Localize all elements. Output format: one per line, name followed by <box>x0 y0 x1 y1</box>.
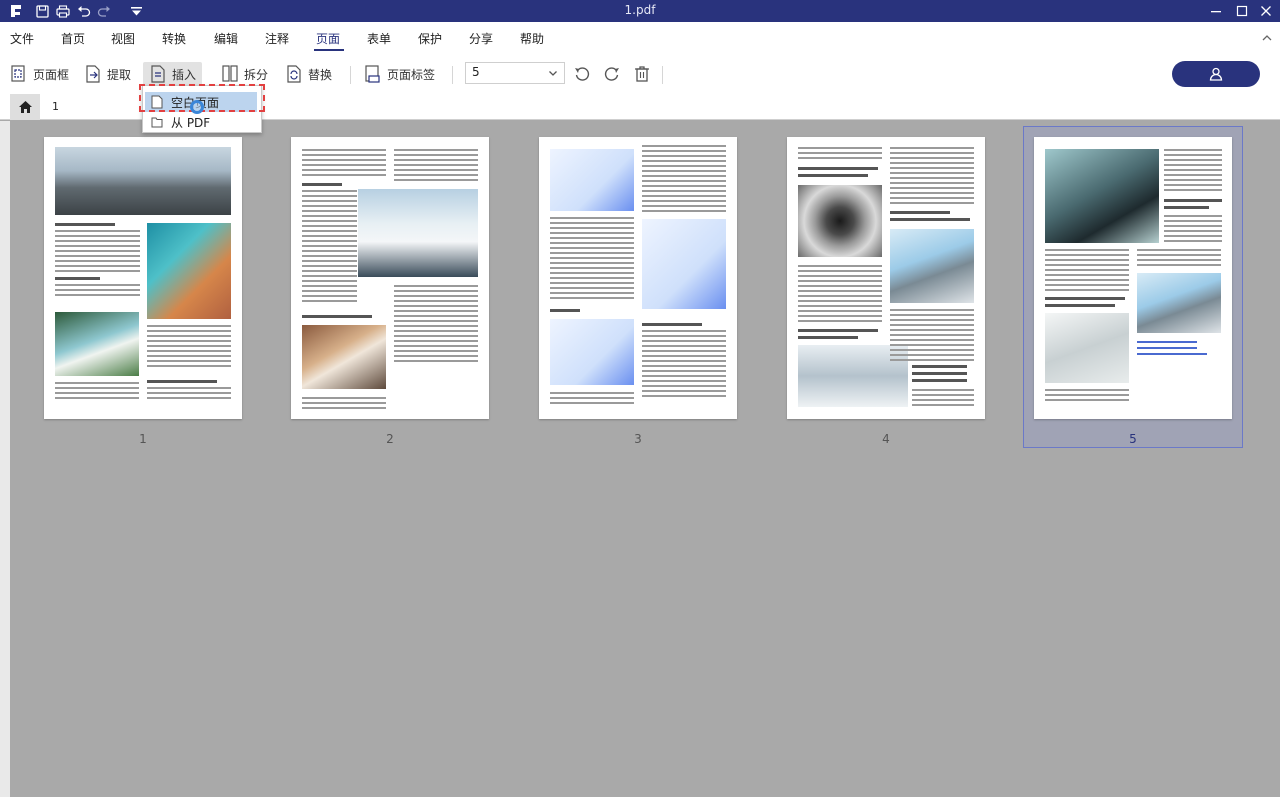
close-icon[interactable] <box>1258 3 1274 19</box>
menu-share[interactable]: 分享 <box>469 30 493 47</box>
menu-view[interactable]: 视图 <box>111 30 135 47</box>
menu-page[interactable]: 页面 <box>316 30 340 47</box>
menu-bar: 文件 首页 视图 转换 编辑 注释 页面 表单 保护 分享 帮助 <box>0 22 1280 52</box>
toolbar-separator <box>452 66 453 84</box>
thumbnail-photo <box>798 185 882 257</box>
chevron-down-icon <box>549 71 557 76</box>
page-number-select[interactable]: 5 <box>465 62 565 84</box>
menu-form[interactable]: 表单 <box>367 30 391 47</box>
page-number-label-selected: 5 <box>1129 432 1137 446</box>
page-thumbnail[interactable] <box>539 137 737 419</box>
thumbnail-photo <box>302 325 386 389</box>
menu-file[interactable]: 文件 <box>10 30 34 47</box>
rotate-left-button[interactable] <box>572 63 592 85</box>
user-account-button[interactable] <box>1172 61 1260 87</box>
page-box-label: 页面框 <box>33 67 70 82</box>
thumbnail-photo <box>1137 273 1221 333</box>
split-icon <box>222 65 238 82</box>
rotate-right-button[interactable] <box>602 63 622 85</box>
thumbnail-photo <box>550 149 634 211</box>
split-label: 拆分 <box>244 67 269 82</box>
insert-from-pdf-item[interactable]: 从 PDF <box>145 112 257 132</box>
document-tab-page[interactable]: 1 <box>52 100 59 113</box>
extract-label: 提取 <box>107 67 132 82</box>
page-number-label: 2 <box>386 432 394 446</box>
thumbnail-photo <box>147 223 231 319</box>
menu-help[interactable]: 帮助 <box>520 30 544 47</box>
page-number-value: 5 <box>472 65 480 79</box>
trash-icon <box>635 66 649 82</box>
thumbnail-photo <box>55 147 231 215</box>
page-number-label: 1 <box>139 432 147 446</box>
menu-edit[interactable]: 编辑 <box>214 30 238 47</box>
rotate-left-icon <box>575 67 590 81</box>
active-menu-indicator <box>314 49 344 51</box>
delete-page-button[interactable] <box>632 63 652 85</box>
menu-protect[interactable]: 保护 <box>418 30 442 47</box>
insert-icon <box>151 65 165 83</box>
blank-page-icon <box>151 95 163 109</box>
replace-icon <box>287 65 301 83</box>
toolbar-separator <box>662 66 663 84</box>
folder-icon <box>151 117 163 128</box>
page-thumbnail-selected[interactable] <box>1034 137 1232 419</box>
page-label-text: 页面标签 <box>387 67 436 82</box>
mouse-cursor-indicator <box>190 100 204 114</box>
window-title: 1.pdf <box>624 3 656 17</box>
minimize-icon[interactable] <box>1208 3 1224 19</box>
extract-icon <box>86 65 100 83</box>
thumbnail-photo <box>550 319 634 385</box>
left-panel-edge <box>0 121 10 797</box>
title-bar: 1.pdf <box>0 0 1280 22</box>
page-number-label: 4 <box>882 432 890 446</box>
insert-button[interactable]: 插入 <box>143 62 203 86</box>
replace-button[interactable]: 替换 <box>285 62 332 86</box>
thumbnail-photo <box>642 219 726 309</box>
page-box-button[interactable]: 页面框 <box>10 62 69 86</box>
menu-home[interactable]: 首页 <box>61 30 85 47</box>
page-label-button[interactable]: 页面标签 <box>364 62 435 86</box>
thumbnail-photo <box>890 229 974 303</box>
home-icon <box>18 101 32 113</box>
thumbnail-photo <box>55 312 139 376</box>
insert-from-pdf-label: 从 PDF <box>171 115 211 130</box>
maximize-icon[interactable] <box>1234 3 1250 19</box>
thumbnail-photo <box>358 189 478 277</box>
collapse-ribbon-icon[interactable] <box>1262 32 1272 42</box>
page-thumbnail[interactable] <box>787 137 985 419</box>
rotate-right-icon <box>604 67 619 81</box>
extract-button[interactable]: 提取 <box>84 62 131 86</box>
split-button[interactable]: 拆分 <box>221 62 268 86</box>
replace-label: 替换 <box>308 67 333 82</box>
page-box-icon <box>11 65 25 82</box>
page-number-label: 3 <box>634 432 642 446</box>
page-thumbnail[interactable] <box>291 137 489 419</box>
thumbnail-photo <box>1045 313 1129 383</box>
page-label-icon <box>365 65 380 83</box>
page-thumbnail[interactable] <box>44 137 242 419</box>
insert-label: 插入 <box>172 67 197 82</box>
menu-convert[interactable]: 转换 <box>162 30 186 47</box>
user-icon <box>1209 67 1223 81</box>
menu-comment[interactable]: 注释 <box>265 30 289 47</box>
thumbnail-photo <box>1045 149 1159 243</box>
home-tab[interactable] <box>10 94 40 120</box>
toolbar-separator <box>350 66 351 84</box>
